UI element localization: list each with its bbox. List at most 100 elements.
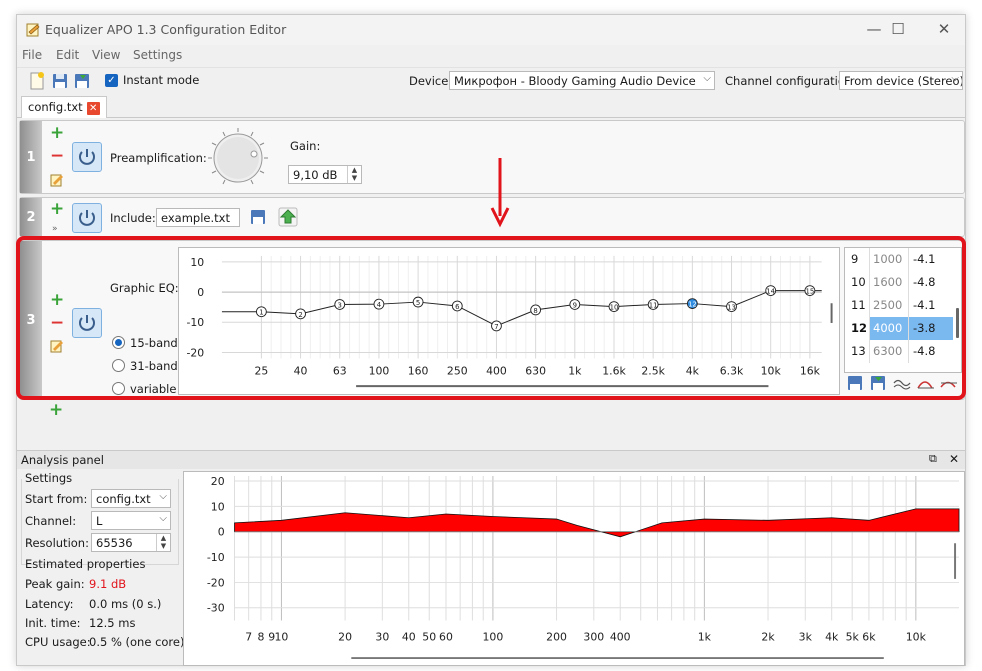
table-scrollbar[interactable] [956, 308, 959, 338]
include-label: Include: [110, 211, 156, 225]
filter-number: 2 [20, 198, 42, 236]
power-toggle[interactable] [72, 203, 102, 233]
band-index: 10 [851, 275, 866, 289]
spin-arrows-icon[interactable]: ▲ ▼ [347, 166, 361, 183]
expand-icon[interactable]: » [52, 224, 58, 234]
table-row[interactable]: 10 1600 -4.8 [845, 271, 953, 294]
power-toggle[interactable] [72, 142, 102, 172]
x-tick-label: 40 [294, 364, 308, 377]
eq-point-label: 13 [727, 304, 736, 312]
channel-config-select[interactable]: From device (Stereo) ⌵ [839, 71, 963, 90]
band-frequency: 4000 [873, 321, 903, 335]
save-preset-icon[interactable] [848, 376, 862, 390]
invert-response-icon[interactable] [893, 379, 911, 390]
table-row[interactable]: 13 6300 -4.8 [845, 340, 953, 363]
x-tick-label: 3k [799, 630, 813, 643]
graphic-eq-chart[interactable]: 25 40 63 100 160 250 400 630 1k 1.6k 2.5k 4k 6.3k 10k… [178, 247, 840, 395]
table-row[interactable]: 11 2500 -4.1 [845, 294, 953, 317]
device-select[interactable]: Микрофон - Bloody Gaming Audio Device ⌵ [449, 71, 715, 90]
gain-knob[interactable] [206, 126, 270, 190]
gain-spinbox[interactable]: 9,10 dB ▲ ▼ [288, 165, 362, 184]
radio-15-band[interactable] [112, 336, 125, 349]
eq-point-label: 10 [610, 304, 619, 312]
new-file-icon[interactable] [27, 71, 47, 91]
menu-view[interactable]: View [92, 48, 120, 62]
x-tick-label: 4k [686, 364, 700, 377]
peak-gain-label: Peak gain: [25, 577, 85, 591]
column-separator [908, 317, 909, 340]
menu-settings[interactable]: Settings [133, 48, 182, 62]
band-gain[interactable]: -4.1 [913, 298, 935, 312]
radio-variable[interactable] [112, 382, 125, 395]
x-tick-label: 50 [422, 630, 436, 643]
band-gain[interactable]: -4.1 [913, 252, 935, 266]
eq-point-label: 9 [573, 301, 577, 309]
gain-label: Gain: [290, 139, 321, 153]
band-gain[interactable]: -4.8 [913, 275, 935, 289]
init-time-value: 12.5 ms [89, 616, 136, 630]
menu-bar: File Edit View Settings [17, 45, 965, 67]
column-separator [869, 294, 870, 317]
power-icon [79, 210, 95, 226]
window-title: Equalizer APO 1.3 Configuration Editor [45, 22, 287, 37]
menu-file[interactable]: File [22, 48, 42, 62]
radio-31-band[interactable] [112, 359, 125, 372]
include-file-input[interactable]: example.txt [156, 208, 240, 227]
band-index: 9 [851, 252, 859, 266]
tab-config[interactable]: config.txt ✕ [21, 96, 107, 118]
table-row[interactable]: 9 1000 -4.1 [845, 248, 953, 271]
resolution-spinbox[interactable]: 65536 ▲ ▼ [91, 533, 171, 552]
add-filter-icon[interactable]: + [50, 201, 64, 218]
y-tick-label: 0 [197, 286, 204, 299]
frequency-response-chart[interactable]: 20100-10-20-307 8 9 10 20 30 40 50 60 100 200 300 40… [183, 471, 965, 666]
x-tick-label: 7 [245, 630, 252, 643]
band-gain[interactable]: -4.8 [913, 344, 935, 358]
device-label: Device: [409, 74, 453, 88]
maximize-button[interactable]: ☐ [875, 15, 921, 45]
band-tool-icons [848, 376, 957, 390]
spin-arrows-icon[interactable]: ▲ ▼ [156, 534, 170, 551]
normalize-response-icon[interactable] [940, 381, 957, 388]
cpu-usage-value: 0.5 % (one core) [89, 635, 185, 649]
add-filter-icon[interactable]: + [50, 125, 64, 142]
power-toggle[interactable] [72, 308, 102, 338]
y-tick-label: -10 [186, 316, 204, 329]
x-tick-label: 20 [338, 630, 352, 643]
y-tick-label: 20 [211, 475, 225, 488]
save-icon[interactable] [50, 71, 70, 91]
close-tab-icon[interactable]: ✕ [86, 102, 100, 115]
remove-filter-icon[interactable]: − [50, 315, 64, 332]
band-index: 11 [851, 298, 866, 312]
instant-mode-checkbox[interactable]: ✓ [105, 74, 118, 87]
save-as-icon[interactable] [72, 71, 92, 91]
device-value: Микрофон - Bloody Gaming Audio Device [454, 74, 696, 88]
app-icon [26, 23, 40, 37]
edit-icon[interactable] [50, 339, 64, 353]
eq-point-label: 6 [455, 303, 459, 311]
menu-edit[interactable]: Edit [56, 48, 79, 62]
eq-point-label: 7 [494, 323, 498, 331]
column-separator [869, 248, 870, 271]
load-preset-icon[interactable] [871, 376, 885, 390]
upload-arrow-icon[interactable] [278, 207, 298, 227]
float-panel-icon[interactable]: ⧉ [929, 452, 937, 466]
x-tick-label: 1k [698, 630, 712, 643]
table-row[interactable]: 12 4000 -3.8 [845, 317, 953, 340]
remove-filter-icon[interactable]: − [50, 148, 64, 165]
start-from-select[interactable]: config.txt ⌵ [91, 489, 171, 508]
close-panel-icon[interactable]: ✕ [949, 452, 959, 466]
close-button[interactable]: ✕ [921, 15, 967, 45]
x-tick-label: 16k [800, 364, 821, 377]
add-filter-icon[interactable]: + [50, 292, 64, 309]
response-area [234, 508, 960, 538]
band-gain[interactable]: -3.8 [913, 321, 935, 335]
open-file-icon[interactable] [248, 207, 268, 227]
edit-icon[interactable] [50, 173, 64, 187]
add-filter-icon[interactable]: + [49, 402, 63, 419]
reset-response-icon[interactable] [917, 381, 934, 389]
channel-select[interactable]: L ⌵ [91, 511, 171, 530]
init-time-label: Init. time: [25, 616, 81, 630]
chevron-down-icon: ⌵ [159, 513, 167, 524]
eq-point-label: 2 [298, 311, 302, 319]
x-tick-label: 63 [333, 364, 347, 377]
